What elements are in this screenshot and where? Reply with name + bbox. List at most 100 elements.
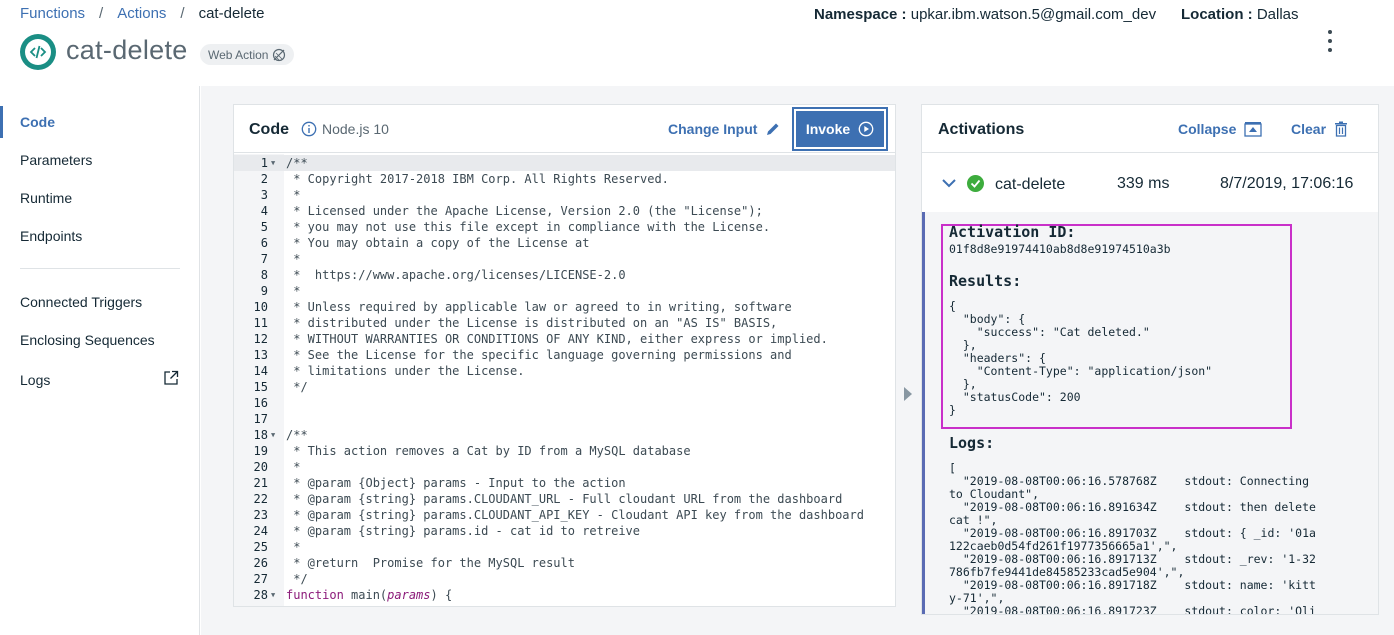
- code-text: * limitations under the License.: [286, 364, 525, 378]
- activation-details: Activation ID: 01f8d8e91974410ab8d8e9197…: [922, 212, 1378, 614]
- collapse-label: Collapse: [1178, 121, 1237, 137]
- code-text: * distributed under the License is distr…: [286, 316, 778, 330]
- breadcrumb-separator: /: [99, 5, 104, 22]
- activation-entry[interactable]: cat-delete 339 ms 8/7/2019, 17:06:16: [922, 165, 1378, 205]
- line-number: 16: [253, 396, 268, 410]
- code-text: * https://www.apache.org/licenses/LICENS…: [286, 268, 626, 282]
- sidebar-divider: [20, 268, 180, 269]
- code-text: /**: [286, 428, 308, 442]
- location-info: Location : Dallas: [1181, 6, 1299, 23]
- code-line[interactable]: 21 * @param {Object} params - Input to t…: [234, 475, 895, 491]
- sidebar-item-endpoints[interactable]: Endpoints: [20, 228, 82, 244]
- external-link-icon[interactable]: [163, 370, 179, 386]
- activation-timestamp: 8/7/2019, 17:06:16: [1220, 175, 1354, 192]
- code-line[interactable]: 26 * @return Promise for the MySQL resul…: [234, 555, 895, 571]
- invoke-button[interactable]: Invoke: [792, 107, 888, 151]
- line-number: 27: [253, 572, 268, 586]
- code-line[interactable]: 4 * Licensed under the Apache License, V…: [234, 203, 895, 219]
- code-text: * You may obtain a copy of the License a…: [286, 236, 590, 250]
- line-number: 25: [253, 540, 268, 554]
- line-number: 13: [253, 348, 268, 362]
- code-line[interactable]: 19 * This action removes a Cat by ID fro…: [234, 443, 895, 459]
- chevron-down-icon[interactable]: [942, 173, 956, 193]
- success-check-icon: [967, 175, 984, 192]
- code-text: * This action removes a Cat by ID from a…: [286, 444, 691, 458]
- code-text: *: [286, 188, 301, 202]
- overflow-menu-icon[interactable]: [1320, 28, 1340, 54]
- sidebar: Code Parameters Runtime Endpoints Connec…: [0, 86, 200, 635]
- code-line[interactable]: 2 * Copyright 2017-2018 IBM Corp. All Ri…: [234, 171, 895, 187]
- code-line[interactable]: 18 ▼ /**: [234, 427, 895, 443]
- namespace-info: Namespace : upkar.ibm.watson.5@gmail.com…: [814, 6, 1156, 23]
- code-line[interactable]: 10 * Unless required by applicable law o…: [234, 299, 895, 315]
- sidebar-item-runtime[interactable]: Runtime: [20, 190, 72, 206]
- code-line[interactable]: 1 ▼ /**: [234, 155, 895, 171]
- code-line[interactable]: 24 * @param {string} params.id - cat id …: [234, 523, 895, 539]
- code-line[interactable]: 6 * You may obtain a copy of the License…: [234, 235, 895, 251]
- trash-icon: [1335, 121, 1348, 137]
- clear-label: Clear: [1291, 121, 1327, 137]
- sidebar-item-connected-triggers[interactable]: Connected Triggers: [20, 294, 142, 310]
- code-line[interactable]: 20 *: [234, 459, 895, 475]
- code-line[interactable]: 3 *: [234, 187, 895, 203]
- code-line[interactable]: 11 * distributed under the License is di…: [234, 315, 895, 331]
- fold-toggle-icon[interactable]: ▼: [271, 587, 275, 603]
- line-number: 12: [253, 332, 268, 346]
- line-number: 14: [253, 364, 268, 378]
- code-text: * you may not use this file except in co…: [286, 220, 771, 234]
- activation-id-label: Activation ID:: [949, 223, 1076, 241]
- logs-label: Logs:: [949, 434, 995, 452]
- code-line[interactable]: 23 * @param {string} params.CLOUDANT_API…: [234, 507, 895, 523]
- code-editor[interactable]: 1 ▼/** 2 * Copyright 2017-2018 IBM Corp. A…: [234, 154, 895, 606]
- panel-splitter-arrow-icon[interactable]: [903, 386, 913, 402]
- code-line[interactable]: 22 * @param {string} params.CLOUDANT_URL…: [234, 491, 895, 507]
- code-line[interactable]: 7 *: [234, 251, 895, 267]
- collapse-button[interactable]: Collapse: [1178, 121, 1263, 137]
- line-number: 28: [253, 588, 268, 602]
- page-header: Functions / Actions / cat-delete cat-del…: [0, 0, 1394, 86]
- code-line[interactable]: 15 */: [234, 379, 895, 395]
- breadcrumb: Functions / Actions / cat-delete: [20, 5, 264, 22]
- namespace-value: upkar.ibm.watson.5@gmail.com_dev: [910, 6, 1157, 23]
- fold-toggle-icon[interactable]: ▼: [271, 427, 275, 443]
- web-action-badge: Web Action: [200, 44, 295, 65]
- code-line[interactable]: 17: [234, 411, 895, 427]
- code-line[interactable]: 25 *: [234, 539, 895, 555]
- code-text: *: [286, 460, 301, 474]
- code-line[interactable]: 8 * https://www.apache.org/licenses/LICE…: [234, 267, 895, 283]
- line-number: 20: [253, 460, 268, 474]
- breadcrumb-actions[interactable]: Actions: [117, 5, 166, 22]
- clear-button[interactable]: Clear: [1291, 121, 1348, 137]
- code-line[interactable]: 13 * See the License for the specific la…: [234, 347, 895, 363]
- code-line[interactable]: 12 * WITHOUT WARRANTIES OR CONDITIONS OF…: [234, 331, 895, 347]
- collapse-icon: [1244, 122, 1263, 137]
- code-title: Code: [249, 121, 289, 138]
- code-text: */: [286, 572, 308, 586]
- code-line[interactable]: 9 *: [234, 283, 895, 299]
- line-number: 10: [253, 300, 268, 314]
- code-line[interactable]: 16: [234, 395, 895, 411]
- code-line[interactable]: 14 * limitations under the License.: [234, 363, 895, 379]
- sidebar-item-enclosing-sequences[interactable]: Enclosing Sequences: [20, 332, 155, 348]
- change-input-button[interactable]: Change Input: [668, 121, 781, 137]
- code-line[interactable]: 5 * you may not use this file except in …: [234, 219, 895, 235]
- sidebar-item-parameters[interactable]: Parameters: [20, 152, 92, 168]
- change-input-label: Change Input: [668, 121, 758, 137]
- web-action-disabled-icon: [273, 48, 286, 61]
- fold-toggle-icon[interactable]: ▼: [271, 155, 275, 171]
- line-number: 7: [260, 252, 268, 266]
- code-panel-header: Code Node.js 10 Change Input Invoke: [234, 105, 895, 153]
- line-number: 1: [260, 156, 268, 170]
- location-label: Location :: [1181, 6, 1253, 23]
- code-line[interactable]: 28 ▼ function main(params) {: [234, 587, 895, 603]
- line-number: 22: [253, 492, 268, 506]
- sidebar-item-logs[interactable]: Logs: [20, 372, 50, 388]
- info-icon[interactable]: [301, 121, 317, 137]
- sidebar-item-code[interactable]: Code: [20, 114, 55, 130]
- breadcrumb-functions[interactable]: Functions: [20, 5, 85, 22]
- line-number: 15: [253, 380, 268, 394]
- activation-duration: 339 ms: [1117, 175, 1170, 192]
- results-label: Results:: [949, 272, 1022, 290]
- code-line[interactable]: 27 */: [234, 571, 895, 587]
- runtime-label: Node.js 10: [322, 121, 389, 137]
